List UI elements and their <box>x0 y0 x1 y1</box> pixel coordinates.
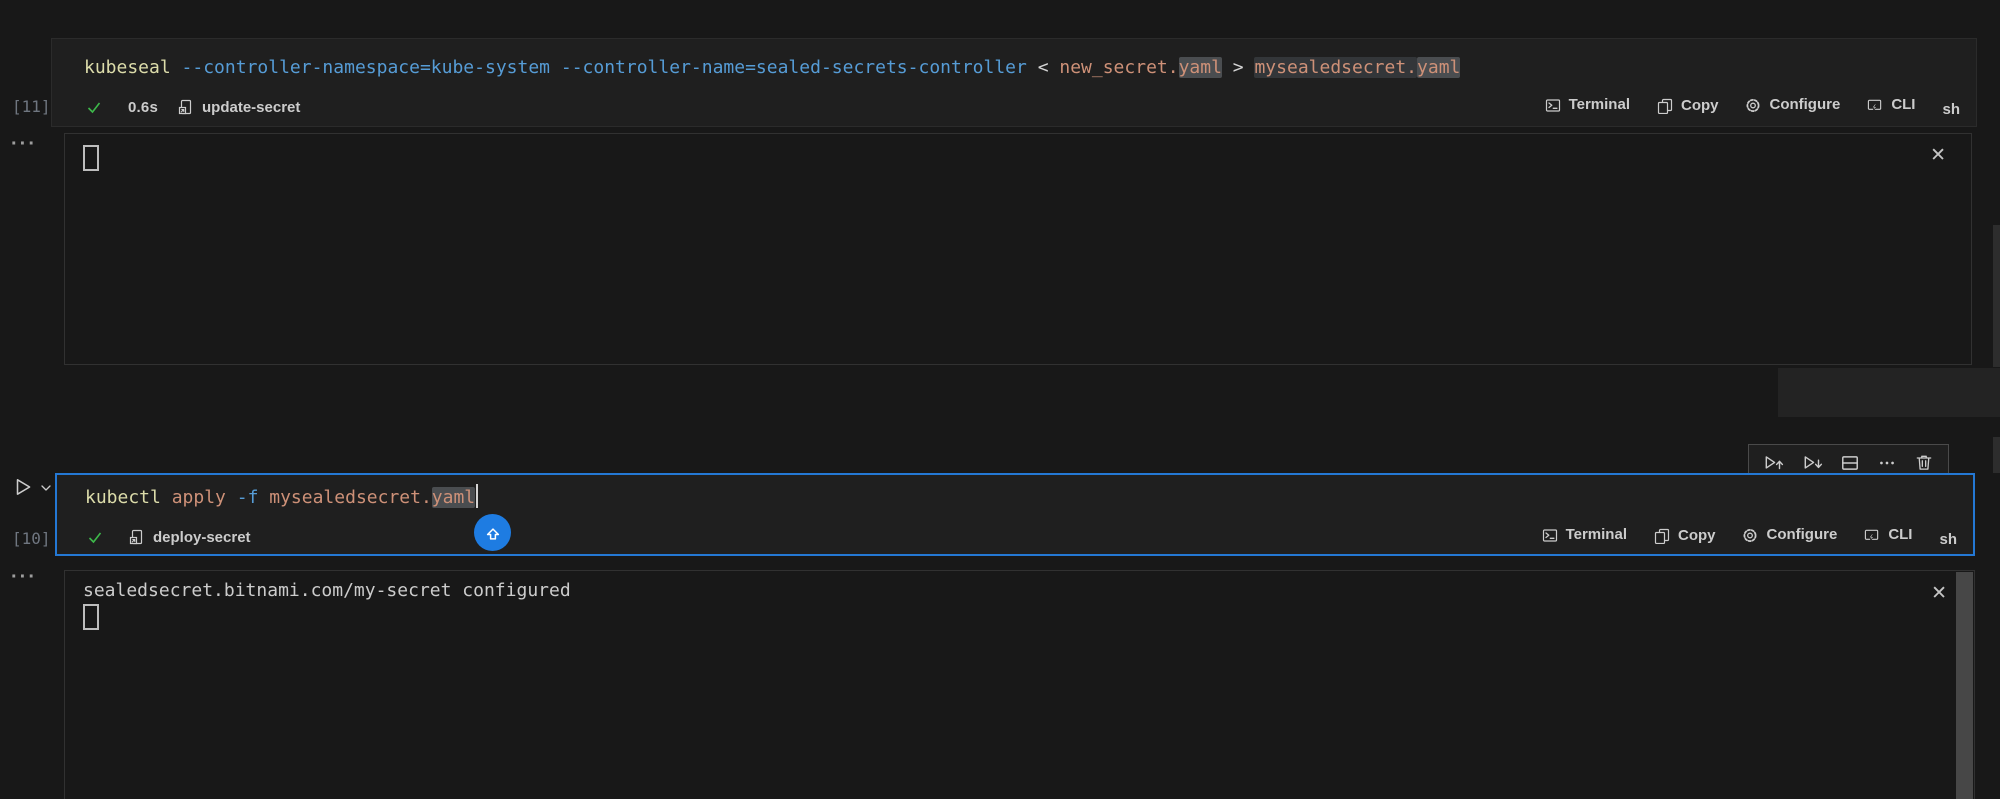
check-icon <box>87 529 103 545</box>
cli-bolt-icon <box>1867 97 1883 113</box>
check-icon <box>86 99 102 115</box>
terminal-button[interactable]: Terminal <box>1542 526 1627 543</box>
output-text: sealedsecret.bitnami.com/my-secret confi… <box>83 578 571 604</box>
suggestion-badge[interactable] <box>474 514 511 551</box>
code-token: yaml <box>432 487 475 508</box>
execution-count-cell1: [11] <box>12 97 51 116</box>
terminal-icon <box>1545 97 1561 113</box>
code-cell-update-secret[interactable]: kubeseal --controller-namespace=kube-sys… <box>51 38 1977 127</box>
terminal-block-cursor <box>83 145 99 171</box>
action-label: Terminal <box>1569 96 1630 113</box>
close-output-icon[interactable]: ✕ <box>1930 146 1946 165</box>
arrow-up-badge-icon <box>485 525 501 541</box>
terminal-button[interactable]: Terminal <box>1545 96 1630 113</box>
cell-name-label: deploy-secret <box>153 529 251 546</box>
code-token: kubeseal <box>84 57 171 78</box>
code-token: yaml <box>1417 57 1460 78</box>
terminal-block-cursor <box>83 604 99 630</box>
output1-collapse-icon[interactable]: ··· <box>11 139 37 149</box>
code-token: > <box>1222 57 1255 78</box>
action-label: Copy <box>1681 97 1719 114</box>
overview-ruler-mark[interactable] <box>1993 437 2000 473</box>
copy-icon <box>1657 98 1673 114</box>
notebook-editor: [11] kubeseal --controller-namespace=kub… <box>0 0 2000 799</box>
code-token: kubectl <box>85 487 161 508</box>
copy-button[interactable]: Copy <box>1657 97 1719 114</box>
code-token: --controller-namespace=kube-system <box>182 57 550 78</box>
configure-button[interactable]: Configure <box>1742 526 1837 543</box>
overview-ruler-mark[interactable] <box>1993 225 2000 367</box>
cli-button[interactable]: CLI <box>1867 96 1915 113</box>
terminal-icon <box>1542 527 1558 543</box>
action-label: Copy <box>1678 527 1716 544</box>
chevron-down-icon <box>40 482 52 494</box>
code-token: --controller-name=sealed-secrets-control… <box>561 57 1027 78</box>
action-label: sh <box>1942 101 1960 118</box>
execution-count-cell2: [10] <box>12 529 51 548</box>
code-token: apply <box>161 487 226 508</box>
action-label: Configure <box>1766 526 1837 543</box>
action-label: Configure <box>1769 96 1840 113</box>
close-output-icon[interactable]: ✕ <box>1931 584 1947 603</box>
language-picker[interactable]: sh <box>1942 101 1960 118</box>
copy-icon <box>1654 528 1670 544</box>
go-to-file-icon <box>129 529 145 545</box>
hover-highlight <box>1778 368 2000 417</box>
cell1-code-line[interactable]: kubeseal --controller-namespace=kube-sys… <box>84 55 1460 81</box>
action-label: CLI <box>1888 526 1912 543</box>
code-token <box>171 57 182 78</box>
cell2-output: sealedsecret.bitnami.com/my-secret confi… <box>64 570 1975 799</box>
go-to-file-icon <box>178 99 194 115</box>
cli-button[interactable]: CLI <box>1864 526 1912 543</box>
cell1-output: ✕ <box>64 133 1972 365</box>
code-token: new_secret. <box>1059 57 1178 78</box>
copy-button[interactable]: Copy <box>1654 527 1716 544</box>
code-token: yaml <box>1179 57 1222 78</box>
play-icon <box>12 476 34 498</box>
configure-button[interactable]: Configure <box>1745 96 1840 113</box>
action-label: CLI <box>1891 96 1915 113</box>
action-label: sh <box>1939 531 1957 548</box>
cli-bolt-icon <box>1864 527 1880 543</box>
gear-icon <box>1742 527 1758 543</box>
code-cell-deploy-secret[interactable]: kubectl apply -f mysealedsecret.yaml dep… <box>55 473 1975 556</box>
cell2-status-bar: deploy-secret Terminal Copy Configure CLI sh <box>57 522 1973 552</box>
cell1-actions: Terminal Copy Configure CLI sh <box>1518 96 1960 118</box>
output2-collapse-icon[interactable]: ··· <box>11 572 37 582</box>
cell-name-label: update-secret <box>202 99 300 116</box>
code-token: mysealedsecret. <box>1254 57 1417 78</box>
action-label: Terminal <box>1566 526 1627 543</box>
code-token <box>550 57 561 78</box>
output-scrollbar-thumb[interactable] <box>1956 572 1973 799</box>
code-token: -f <box>226 487 259 508</box>
run-cell-button[interactable] <box>12 476 52 498</box>
language-picker[interactable]: sh <box>1939 531 1957 548</box>
cell1-status-bar: 0.6s update-secret Terminal Copy Configure… <box>52 92 1976 122</box>
cell2-code-line[interactable]: kubectl apply -f mysealedsecret.yaml <box>85 484 478 511</box>
gear-icon <box>1745 97 1761 113</box>
code-token: < <box>1027 57 1060 78</box>
execution-duration: 0.6s <box>128 99 158 116</box>
code-token: mysealedsecret. <box>258 487 431 508</box>
cell2-actions: Terminal Copy Configure CLI sh <box>1515 526 1957 548</box>
text-cursor <box>476 484 478 508</box>
